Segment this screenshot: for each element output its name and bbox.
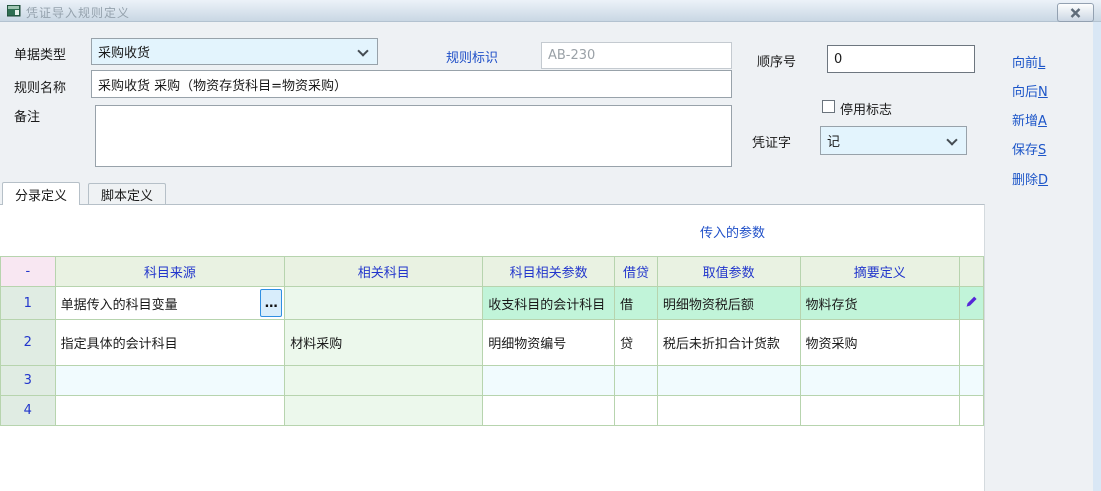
cell-value-param[interactable]: 明细物资税后额 [657,287,800,320]
doc-type-label: 单据类型 [14,44,66,63]
col-row-indicator: - [1,257,56,287]
close-button[interactable] [1057,3,1094,22]
chevron-down-icon [357,45,368,56]
cell-summary[interactable]: 物资采购 [800,320,959,366]
cell-summary[interactable]: 物料存货 [800,287,959,320]
backward-button[interactable]: 向后N [1012,81,1048,100]
cell-value-param[interactable] [657,396,800,426]
cell-subject-source[interactable]: 指定具体的会计科目 [55,320,285,366]
delete-hotkey: D [1038,173,1048,188]
doc-type-value: 采购收货 [98,42,150,61]
forward-label: 向前 [1012,56,1038,71]
cell-summary[interactable] [800,396,959,426]
entry-definition-panel: 传入的参数 - 科目来源 相关科目 科目相关参数 借贷 取值参数 摘要定义 1 … [0,204,985,491]
backward-label: 向后 [1012,85,1038,100]
cell-debit-credit[interactable]: 借 [615,287,658,320]
grid-header-row: - 科目来源 相关科目 科目相关参数 借贷 取值参数 摘要定义 [1,257,984,287]
cell-subject-param[interactable] [483,366,615,396]
cell-subject-source[interactable] [55,366,285,396]
row-number: 2 [1,320,56,366]
cell-extra [959,320,983,366]
delete-label: 删除 [1012,173,1038,188]
cell-value-param[interactable]: 税后未折扣合计货款 [657,320,800,366]
rule-id-value: AB-230 [548,48,595,63]
ellipsis-button[interactable]: … [260,289,282,317]
cell-subject-param[interactable]: 收支科目的会计科目 [483,287,615,320]
cell-subject-param[interactable]: 明细物资编号 [483,320,615,366]
save-hotkey: S [1038,143,1046,158]
cell-debit-credit[interactable] [615,366,658,396]
cell-value-param[interactable] [657,366,800,396]
forward-button[interactable]: 向前L [1012,52,1045,71]
seq-no-value: 0 [834,52,842,67]
titlebar: 凭证导入规则定义 [0,0,1101,22]
cell-related-subject[interactable] [285,396,483,426]
col-extra [959,257,983,287]
cell-subject-param[interactable] [483,396,615,426]
disable-flag-checkbox[interactable] [822,100,835,113]
remark-label: 备注 [14,106,40,125]
forward-hotkey: L [1038,56,1045,71]
rule-name-value: 采购收货 采购（物资存货科目=物资采购） [98,75,347,94]
grid-row-1: 1 单据传入的科目变量 … 收支科目的会计科目 借 明细物资税后额 物料存货 [1,287,984,320]
disable-flag-label: 停用标志 [840,99,892,118]
window-right-border [1093,22,1101,491]
cell-debit-credit[interactable]: 贷 [615,320,658,366]
rules-grid: - 科目来源 相关科目 科目相关参数 借贷 取值参数 摘要定义 1 单据传入的科… [0,256,984,426]
add-button[interactable]: 新增A [1012,110,1047,129]
grid-row-4: 4 [1,396,984,426]
dialog-window: 凭证导入规则定义 单据类型 规则名称 备注 规则标识 顺序号 凭证字 采购收货 … [0,0,1101,491]
delete-button[interactable]: 删除D [1012,169,1048,188]
cell-subject-source[interactable] [55,396,285,426]
cell-text: 单据传入的科目变量 [61,298,178,313]
cell-extra [959,396,983,426]
col-value-param: 取值参数 [657,257,800,287]
seq-no-input[interactable]: 0 [827,45,975,73]
rule-id-input[interactable]: AB-230 [541,42,732,69]
voucher-word-label: 凭证字 [752,132,791,151]
save-label: 保存 [1012,143,1038,158]
cell-extra [959,366,983,396]
seq-no-label: 顺序号 [757,51,796,70]
voucher-word-select[interactable]: 记 [820,126,967,155]
col-related-subject: 相关科目 [285,257,483,287]
tab-entry-definition-label: 分录定义 [15,185,67,204]
rule-name-label: 规则名称 [14,77,66,96]
tab-script-definition[interactable]: 脚本定义 [88,183,166,205]
rule-id-label: 规则标识 [446,47,498,66]
cell-extra [959,287,983,320]
voucher-word-value: 记 [827,131,840,150]
cell-subject-source[interactable]: 单据传入的科目变量 … [55,287,285,320]
app-icon [7,5,21,17]
row-number: 4 [1,396,56,426]
cell-related-subject[interactable] [285,366,483,396]
col-debit-credit: 借贷 [615,257,658,287]
tab-script-definition-label: 脚本定义 [101,185,153,204]
params-caption: 传入的参数 [700,222,765,241]
add-label: 新增 [1012,114,1038,129]
grid-row-2: 2 指定具体的会计科目 材料采购 明细物资编号 贷 税后未折扣合计货款 物资采购 [1,320,984,366]
cell-related-subject[interactable]: 材料采购 [285,320,483,366]
save-button[interactable]: 保存S [1012,139,1046,158]
tab-entry-definition[interactable]: 分录定义 [2,182,80,205]
row-number: 3 [1,366,56,396]
pen-icon [965,295,978,308]
col-subject-source: 科目来源 [55,257,285,287]
backward-hotkey: N [1038,85,1048,100]
chevron-down-icon [946,134,957,145]
row-number: 1 [1,287,56,320]
col-summary: 摘要定义 [800,257,959,287]
cell-related-subject[interactable] [285,287,483,320]
col-subject-param: 科目相关参数 [483,257,615,287]
add-hotkey: A [1038,114,1047,129]
close-icon [1070,8,1081,18]
grid-row-3: 3 [1,366,984,396]
window-title: 凭证导入规则定义 [26,4,130,21]
rule-name-input[interactable]: 采购收货 采购（物资存货科目=物资采购） [91,70,732,98]
cell-summary[interactable] [800,366,959,396]
remark-textarea[interactable] [95,105,732,167]
cell-debit-credit[interactable] [615,396,658,426]
doc-type-select[interactable]: 采购收货 [91,38,378,65]
